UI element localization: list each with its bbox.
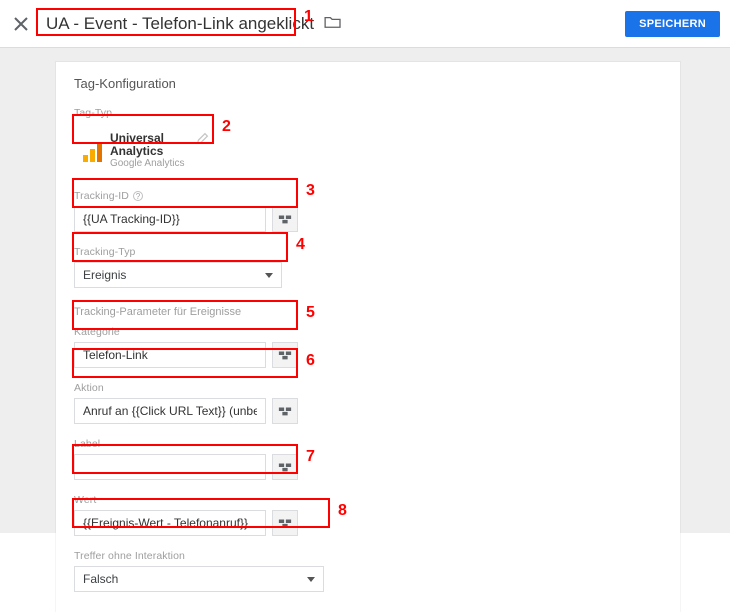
tracking-id-input[interactable]	[74, 206, 266, 232]
brick-icon	[278, 404, 292, 418]
tag-name-input[interactable]: UA - Event - Telefon-Link angeklickt	[40, 11, 320, 37]
save-button[interactable]: SPEICHERN	[625, 11, 720, 37]
brick-icon	[278, 460, 292, 474]
value-input[interactable]	[74, 510, 266, 536]
chevron-down-icon	[307, 577, 315, 582]
tracking-type-select[interactable]: Ereignis	[74, 262, 282, 288]
label-input[interactable]	[74, 454, 266, 480]
category-label: Kategorie	[74, 326, 662, 338]
tag-config-panel: Tag-Konfiguration Tag-Typ Universal Anal…	[56, 62, 680, 612]
category-input[interactable]	[74, 342, 266, 368]
panel-title: Tag-Konfiguration	[74, 76, 662, 91]
editor-stage: Tag-Konfiguration Tag-Typ Universal Anal…	[0, 48, 730, 533]
noninteraction-select[interactable]: Falsch	[74, 566, 324, 592]
edit-tag-type-icon[interactable]	[196, 132, 209, 148]
variable-picker-button[interactable]	[272, 206, 298, 232]
tracking-id-label: Tracking-ID?	[74, 190, 662, 202]
action-input[interactable]	[74, 398, 266, 424]
variable-picker-button[interactable]	[272, 454, 298, 480]
chevron-down-icon	[265, 273, 273, 278]
action-label: Aktion	[74, 382, 662, 394]
help-icon[interactable]: ?	[133, 191, 143, 201]
variable-picker-button[interactable]	[272, 510, 298, 536]
variable-picker-button[interactable]	[272, 398, 298, 424]
noninteraction-label: Treffer ohne Interaktion	[74, 550, 662, 562]
brick-icon	[278, 516, 292, 530]
variable-picker-button[interactable]	[272, 342, 298, 368]
close-icon	[13, 16, 29, 32]
noninteraction-value: Falsch	[83, 572, 118, 586]
brick-icon	[278, 212, 292, 226]
tracking-type-label: Tracking-Typ	[74, 246, 662, 258]
tracking-type-value: Ereignis	[83, 268, 126, 282]
title-group: UA - Event - Telefon-Link angeklickt	[40, 11, 342, 37]
value-label: Wert	[74, 494, 662, 506]
brick-icon	[278, 348, 292, 362]
tag-type-sub: Google Analytics	[110, 158, 205, 169]
top-bar: UA - Event - Telefon-Link angeklickt SPE…	[0, 0, 730, 48]
folder-icon[interactable]	[324, 15, 342, 33]
tag-type-label: Tag-Typ	[74, 107, 662, 119]
label-label: Label	[74, 438, 662, 450]
event-params-heading: Tracking-Parameter für Ereignisse	[74, 306, 662, 318]
ga-logo-icon	[83, 140, 102, 162]
close-button[interactable]	[6, 9, 36, 39]
tag-type-name: Universal Analytics	[110, 132, 205, 158]
tag-type-card[interactable]: Universal Analytics Google Analytics	[74, 125, 214, 176]
